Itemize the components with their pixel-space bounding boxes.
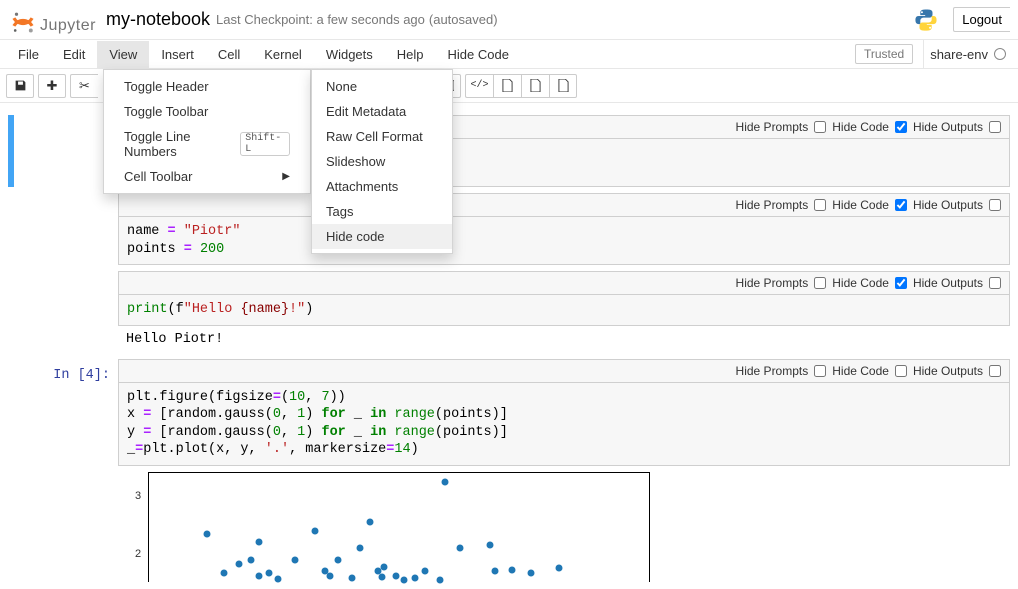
- code-icon: </>: [470, 80, 488, 91]
- file-icon: [502, 79, 513, 92]
- file-icon: [530, 79, 541, 92]
- hide-code-checkbox[interactable]: [895, 199, 907, 211]
- menubar: File Edit View Insert Cell Kernel Widget…: [0, 39, 1018, 69]
- hide-outputs-label: Hide Outputs: [913, 120, 983, 134]
- code-cell[interactable]: In [4]: Hide Prompts Hide Code Hide Outp…: [8, 359, 1010, 582]
- header: Jupyter my-notebook Last Checkpoint: a f…: [0, 0, 1018, 39]
- nbextension-btn-3[interactable]: [521, 74, 549, 98]
- hide-outputs-label: Hide Outputs: [913, 198, 983, 212]
- hide-prompts-checkbox[interactable]: [814, 199, 826, 211]
- hide-code-label: Hide Code: [832, 120, 889, 134]
- jupyter-logo[interactable]: Jupyter: [10, 4, 96, 35]
- hide-prompts-checkbox[interactable]: [814, 277, 826, 289]
- menu-help[interactable]: Help: [385, 41, 436, 68]
- code-cell[interactable]: Hide Prompts Hide Code Hide Outputs name…: [8, 193, 1010, 265]
- notebook-title[interactable]: my-notebook: [106, 9, 210, 30]
- hide-prompts-checkbox[interactable]: [814, 121, 826, 133]
- hide-prompts-label: Hide Prompts: [736, 276, 809, 290]
- logout-button[interactable]: Logout: [953, 7, 1010, 32]
- hide-outputs-checkbox[interactable]: [989, 199, 1001, 211]
- view-dropdown: Toggle Header Toggle Toolbar Toggle Line…: [103, 69, 311, 194]
- cut-button[interactable]: ✂: [70, 74, 98, 98]
- trusted-indicator[interactable]: Trusted: [855, 44, 913, 64]
- hide-prompts-label: Hide Prompts: [736, 198, 809, 212]
- nbextension-btn-4[interactable]: [549, 74, 577, 98]
- hide-prompts-label: Hide Prompts: [736, 364, 809, 378]
- view-toggle-line-numbers[interactable]: Toggle Line Numbers Shift-L: [104, 124, 310, 164]
- celltb-slideshow[interactable]: Slideshow: [312, 149, 452, 174]
- menu-widgets[interactable]: Widgets: [314, 41, 385, 68]
- celltb-hide-code[interactable]: Hide code: [312, 224, 452, 249]
- cell-toolbar-header: Hide Prompts Hide Code Hide Outputs: [118, 271, 1010, 295]
- jupyter-logo-icon: [10, 9, 36, 35]
- save-button[interactable]: [6, 74, 34, 98]
- file-icon: [558, 79, 569, 92]
- kernel-name-text: share-env: [930, 47, 988, 62]
- hide-code-label: Hide Code: [832, 276, 889, 290]
- hide-outputs-label: Hide Outputs: [913, 364, 983, 378]
- cell-toolbar-header: Hide Prompts Hide Code Hide Outputs: [118, 193, 1010, 217]
- kernel-status-icon: [994, 48, 1006, 60]
- menu-kernel[interactable]: Kernel: [252, 41, 314, 68]
- save-icon: [14, 79, 27, 92]
- menu-cell[interactable]: Cell: [206, 41, 252, 68]
- cell-output-text: Hello Piotr!: [118, 326, 1010, 353]
- nbextension-btn-1[interactable]: </>: [465, 74, 493, 98]
- hide-code-label: Hide Code: [832, 364, 889, 378]
- caret-right-icon: ▶: [282, 171, 290, 182]
- celltb-edit-metadata[interactable]: Edit Metadata: [312, 99, 452, 124]
- view-toggle-header[interactable]: Toggle Header: [104, 74, 310, 99]
- shortcut-badge: Shift-L: [240, 132, 290, 156]
- hide-outputs-checkbox[interactable]: [989, 277, 1001, 289]
- hide-code-checkbox[interactable]: [895, 121, 907, 133]
- jupyter-logo-text: Jupyter: [40, 17, 96, 35]
- view-cell-toolbar[interactable]: Cell Toolbar ▶: [104, 164, 310, 189]
- code-cell[interactable]: Hide Prompts Hide Code Hide Outputs prin…: [8, 271, 1010, 353]
- hide-code-label: Hide Code: [832, 198, 889, 212]
- menu-hide-code[interactable]: Hide Code: [436, 41, 521, 68]
- cut-icon: ✂: [79, 78, 90, 94]
- cell-toolbar-header: Hide Prompts Hide Code Hide Outputs: [118, 359, 1010, 383]
- hide-outputs-checkbox[interactable]: [989, 121, 1001, 133]
- nbextension-btn-2[interactable]: [493, 74, 521, 98]
- python-logo-icon: [913, 7, 939, 33]
- celltb-tags[interactable]: Tags: [312, 199, 452, 224]
- code-input[interactable]: print(f"Hello {name}!"): [118, 295, 1010, 326]
- cell-prompt: [8, 193, 118, 265]
- menu-file[interactable]: File: [6, 41, 51, 68]
- scatter-plot-output: 23: [148, 472, 650, 582]
- celltb-attachments[interactable]: Attachments: [312, 174, 452, 199]
- checkpoint-text: Last Checkpoint: a few seconds ago: [216, 12, 425, 27]
- hide-prompts-checkbox[interactable]: [814, 365, 826, 377]
- hide-code-checkbox[interactable]: [895, 365, 907, 377]
- celltb-none[interactable]: None: [312, 74, 452, 99]
- menu-insert[interactable]: Insert: [149, 41, 206, 68]
- hide-prompts-label: Hide Prompts: [736, 120, 809, 134]
- hide-outputs-checkbox[interactable]: [989, 365, 1001, 377]
- kernel-name[interactable]: share-env: [923, 40, 1012, 68]
- hide-code-checkbox[interactable]: [895, 277, 907, 289]
- autosave-text: (autosaved): [429, 12, 498, 27]
- add-cell-button[interactable]: ✚: [38, 74, 66, 98]
- plus-icon: ✚: [47, 78, 58, 94]
- code-input[interactable]: name = "Piotr" points = 200: [118, 217, 1010, 265]
- cell-toolbar-submenu: None Edit Metadata Raw Cell Format Slide…: [311, 69, 453, 254]
- menu-edit[interactable]: Edit: [51, 41, 97, 68]
- menu-view[interactable]: View: [97, 41, 149, 68]
- hide-outputs-label: Hide Outputs: [913, 276, 983, 290]
- cell-prompt: [8, 271, 118, 353]
- cell-prompt: In [4]:: [8, 359, 118, 582]
- view-toggle-toolbar[interactable]: Toggle Toolbar: [104, 99, 310, 124]
- code-input[interactable]: plt.figure(figsize=(10, 7)) x = [random.…: [118, 383, 1010, 466]
- celltb-raw-cell-format[interactable]: Raw Cell Format: [312, 124, 452, 149]
